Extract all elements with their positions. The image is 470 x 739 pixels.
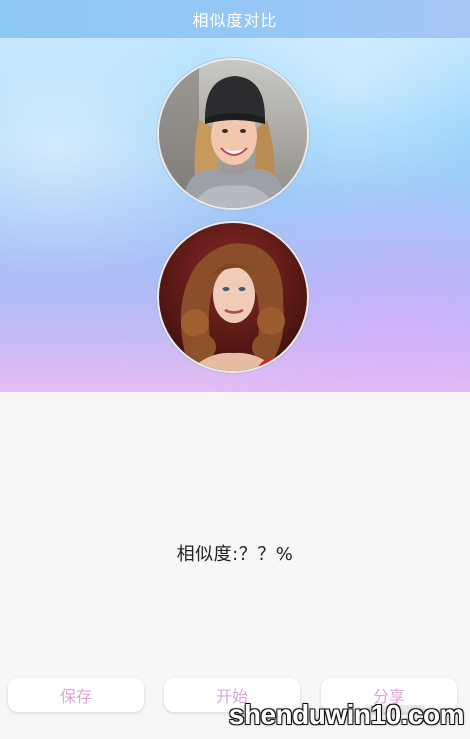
- watermark-logo-shape: [366, 705, 426, 715]
- page-title: 相似度对比: [192, 11, 278, 30]
- similarity-screen: 相似度对比 相似度:？？% 保存 开始 分享 shenduwin10.com: [0, 0, 470, 739]
- face-photo-2[interactable]: [157, 221, 309, 373]
- save-button[interactable]: 保存: [8, 678, 144, 712]
- similarity-result: 相似度:？？%: [176, 544, 294, 565]
- photo-panel: [0, 38, 470, 392]
- face-photo-1[interactable]: [157, 58, 309, 210]
- woman-beanie-photo-icon: [159, 60, 307, 208]
- start-button[interactable]: 开始: [164, 678, 300, 712]
- title-bar: 相似度对比: [0, 0, 470, 38]
- woman-curly-hair-photo-icon: [159, 223, 307, 371]
